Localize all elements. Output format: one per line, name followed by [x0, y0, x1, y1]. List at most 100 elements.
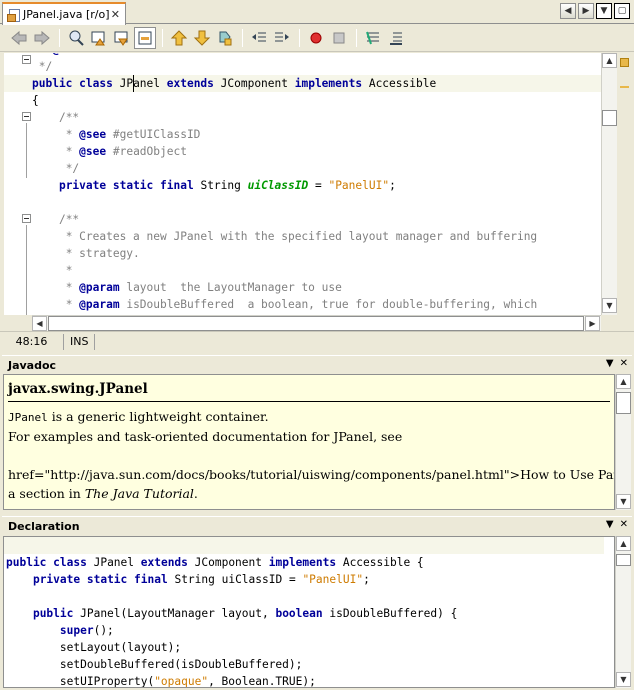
declaration-scroll-thumb[interactable]	[616, 554, 631, 566]
code-line: * @see #getUIClassID	[32, 126, 201, 143]
code-token: *	[65, 264, 73, 277]
close-panel-icon[interactable]: ✕	[620, 519, 628, 530]
code-token: static	[112, 179, 154, 192]
next-bookmark-icon[interactable]	[191, 27, 213, 49]
code-line: *	[32, 262, 73, 279]
tab-navigation: ◀ ▶ ▼ ▢	[560, 3, 630, 19]
code-token: private	[58, 179, 107, 192]
code-token: =	[308, 179, 329, 192]
code-token: JPanel	[112, 77, 167, 90]
code-token: "PanelUI"	[328, 179, 390, 192]
find-previous-icon[interactable]	[88, 27, 110, 49]
back-icon[interactable]	[8, 27, 30, 49]
code-token: JComponent	[187, 556, 269, 569]
editor-scroll-thumb[interactable]	[602, 110, 617, 126]
declaration-vertical-scrollbar[interactable]: ▲ ▼	[615, 536, 631, 688]
code-token: "opaque"	[154, 675, 209, 688]
scroll-up-arrow-icon[interactable]: ▲	[616, 536, 631, 551]
toolbar-separator	[59, 29, 60, 47]
scroll-down-arrow-icon[interactable]: ▼	[616, 672, 631, 687]
scroll-up-arrow-icon[interactable]: ▲	[602, 53, 617, 68]
panel-menu-icon[interactable]: ▼	[606, 519, 614, 530]
error-stripe-mark[interactable]	[620, 86, 629, 88]
code-token: #getUIClassID	[106, 128, 201, 141]
code-line: /**	[32, 211, 79, 228]
code-fold-toggle[interactable]	[22, 55, 31, 64]
ide-window: JPanel.java [r/o] ✕ ◀ ▶ ▼ ▢ */ public cl…	[0, 0, 634, 690]
forward-icon[interactable]	[31, 27, 53, 49]
error-stripe[interactable]	[618, 53, 630, 315]
code-token: * strategy.	[65, 247, 140, 260]
javadoc-scroll-thumb[interactable]	[616, 392, 631, 414]
code-token: Accessible {	[336, 556, 424, 569]
close-panel-icon[interactable]: ✕	[620, 358, 628, 369]
javadoc-line: a section in The Java Tutorial.	[8, 486, 198, 501]
close-tab-icon[interactable]: ✕	[111, 8, 120, 21]
code-token: public	[6, 556, 47, 569]
code-token: extends	[166, 77, 214, 90]
stop-macro-recording-icon[interactable]	[328, 27, 350, 49]
code-line: * @see #readObject	[32, 143, 187, 160]
code-token: setUIProperty(	[59, 675, 155, 688]
declaration-panel-title: Declaration	[8, 519, 80, 533]
code-token: uiClassID	[247, 179, 309, 192]
code-fold-toggle[interactable]	[22, 214, 31, 223]
find-next-icon[interactable]	[111, 27, 133, 49]
toggle-bookmark-icon[interactable]	[214, 27, 236, 49]
uncomment-icon[interactable]	[385, 27, 407, 49]
find-selection-icon[interactable]	[65, 27, 87, 49]
horizontal-scroll-thumb[interactable]	[48, 316, 584, 331]
previous-bookmark-icon[interactable]	[168, 27, 190, 49]
code-line: setLayout(layout);	[6, 639, 181, 656]
code-token: ;	[363, 573, 370, 586]
javadoc-vertical-scrollbar[interactable]: ▲ ▼	[615, 374, 631, 510]
code-line: * Creates a new JPanel with the specifie…	[32, 228, 537, 245]
code-token: @param	[79, 298, 120, 311]
scroll-down-arrow-icon[interactable]: ▼	[602, 298, 617, 313]
show-opened-documents-button[interactable]: ▼	[596, 3, 612, 19]
scroll-tabs-left-button[interactable]: ◀	[560, 3, 576, 19]
code-fold-toggle[interactable]	[22, 112, 31, 121]
javadoc-line: JPanel is a generic lightweight containe…	[8, 409, 269, 424]
code-token: *	[65, 145, 80, 158]
toolbar-separator	[356, 29, 357, 47]
scroll-up-arrow-icon[interactable]: ▲	[616, 374, 631, 389]
comment-icon[interactable]	[362, 27, 384, 49]
editor-tab-jpanel[interactable]: JPanel.java [r/o] ✕	[2, 2, 126, 25]
editor-vertical-scrollbar[interactable]: ▲ ▼	[601, 53, 617, 315]
code-token: class	[79, 77, 113, 90]
code-line: setDoubleBuffered(isDoubleBuffered);	[6, 656, 302, 673]
text-caret	[133, 75, 135, 92]
maximize-window-button[interactable]: ▢	[614, 3, 630, 19]
declaration-content[interactable]: public class JPanel extends JComponent i…	[3, 536, 615, 688]
toggle-highlight-search-icon[interactable]	[134, 27, 156, 49]
shift-line-right-icon[interactable]	[271, 27, 293, 49]
javadoc-panel-header[interactable]: Javadoc ▼ ✕	[2, 355, 632, 374]
shift-line-left-icon[interactable]	[248, 27, 270, 49]
code-token: isDoubleBuffered) {	[322, 607, 458, 620]
code-line: private static final String uiClassID = …	[6, 571, 370, 588]
scroll-down-arrow-icon[interactable]: ▼	[616, 494, 631, 509]
panel-menu-icon[interactable]: ▼	[606, 358, 614, 369]
declaration-panel-header[interactable]: Declaration ▼ ✕	[2, 516, 632, 535]
code-line: */	[32, 58, 52, 75]
toolbar-separator	[299, 29, 300, 47]
start-macro-recording-icon[interactable]	[305, 27, 327, 49]
code-editor[interactable]: * @author Steve Wilson */ public class JP…	[4, 53, 617, 315]
scroll-left-arrow-icon[interactable]: ◀	[32, 316, 47, 331]
editor-horizontal-scrollbar[interactable]: ◀ ▶	[32, 315, 601, 331]
code-token: extends	[140, 556, 188, 569]
javadoc-line: href="http://java.sun.com/docs/books/tut…	[8, 467, 615, 482]
code-token: private	[32, 573, 81, 586]
code-token: public	[32, 77, 73, 90]
code-token: "PanelUI"	[302, 573, 364, 586]
scroll-tabs-right-button[interactable]: ▶	[578, 3, 594, 19]
code-token: JPanel(LayoutManager layout,	[73, 607, 276, 620]
code-token: @author	[52, 53, 99, 56]
code-token: *	[65, 281, 80, 294]
scroll-right-arrow-icon[interactable]: ▶	[585, 316, 600, 331]
code-token: final	[134, 573, 168, 586]
insert-mode: INS	[64, 333, 96, 350]
